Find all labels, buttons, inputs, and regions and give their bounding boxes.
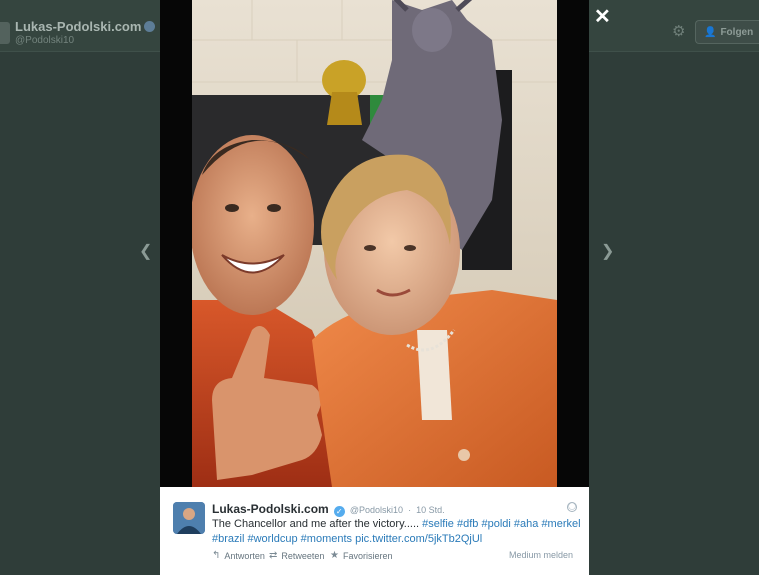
avatar-image <box>173 502 205 534</box>
retweet-icon: ⇄ <box>269 550 278 561</box>
media-viewer <box>160 0 589 487</box>
hashtag-link[interactable]: #worldcup <box>247 533 297 545</box>
report-media-link[interactable]: Medium melden <box>509 550 573 560</box>
reply-icon: ↰ <box>212 550 221 561</box>
follow-button-label: Folgen <box>720 26 754 38</box>
hashtag-link[interactable]: #selfie <box>422 518 454 530</box>
retweet-button[interactable]: ⇄ Retweeten <box>269 550 324 561</box>
separator-dot: · <box>408 505 412 515</box>
hashtag-link[interactable]: #brazil <box>212 533 244 545</box>
gear-icon[interactable]: ⚙ <box>672 24 685 39</box>
chevron-left-icon[interactable]: ❮ <box>139 244 152 260</box>
avatar[interactable] <box>173 502 205 534</box>
hashtag-link[interactable]: #dfb <box>457 518 478 530</box>
hashtag-link[interactable]: #poldi <box>481 518 510 530</box>
background-profile-name-text: Lukas-Podolski.com <box>15 19 142 34</box>
reply-label: Antworten <box>224 550 265 561</box>
selfie-photo-illustration <box>192 0 557 487</box>
background-profile-handle: @Podolski10 <box>15 35 75 46</box>
tweet-actions: ↰ Antworten ⇄ Retweeten ★ Favorisieren M… <box>212 550 582 564</box>
background-profile-name: Lukas-Podolski.com <box>15 19 156 34</box>
chevron-right-icon[interactable]: ❯ <box>601 244 614 260</box>
tweet-card: Lukas-Podolski.com ✓ @Podolski10 · 10 St… <box>160 487 589 575</box>
tweet-header: Lukas-Podolski.com ✓ @Podolski10 · 10 St… <box>212 502 445 517</box>
close-icon[interactable]: ✕ <box>594 7 611 27</box>
tweet-author-handle[interactable]: @Podolski10 <box>350 505 403 515</box>
follow-button[interactable]: 👤 Folgen <box>695 20 759 44</box>
favorite-button[interactable]: ★ Favorisieren <box>330 550 393 561</box>
tweet-timestamp[interactable]: 10 Std. <box>416 505 445 515</box>
tweet-text: The Chancellor and me after the victory.… <box>212 517 582 547</box>
media-modal: Lukas-Podolski.com ✓ @Podolski10 · 10 St… <box>160 0 589 575</box>
verified-badge-icon: ✓ <box>333 506 345 517</box>
media-link[interactable]: pic.twitter.com/5jkTb2QjUl <box>355 533 482 545</box>
favorite-label: Favorisieren <box>342 550 393 561</box>
tweet-author-name[interactable]: Lukas-Podolski.com <box>212 502 329 516</box>
star-icon: ★ <box>330 550 339 561</box>
tweet-text-plain: The Chancellor and me after the victory.… <box>212 518 420 530</box>
tweet-photo[interactable] <box>192 0 557 487</box>
hashtag-link[interactable]: #aha <box>514 518 538 530</box>
globe-icon: ◯ <box>567 502 577 512</box>
hashtag-link[interactable]: #moments <box>301 533 352 545</box>
hashtag-link[interactable]: #merkel <box>541 518 580 530</box>
background-avatar <box>0 22 10 44</box>
reply-button[interactable]: ↰ Antworten <box>212 550 265 561</box>
add-user-icon: 👤 <box>704 26 717 38</box>
retweet-label: Retweeten <box>281 550 325 561</box>
verified-badge-icon <box>144 21 156 32</box>
